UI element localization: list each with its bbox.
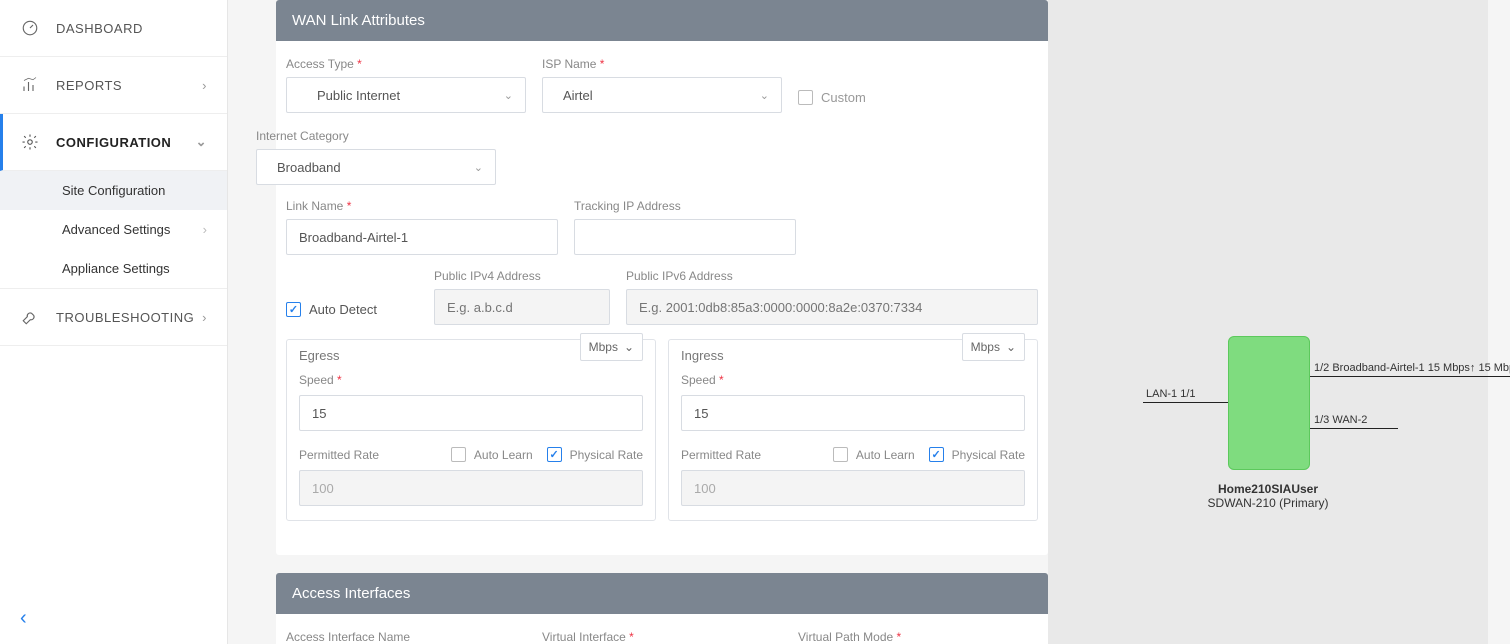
egress-autolearn-checkbox[interactable]: Auto Learn [451,447,533,462]
wan2-link [1310,428,1398,429]
egress-fieldset: Egress Speed Mbps⌄ Permitted Rate Auto L… [286,339,656,521]
chevron-down-icon: ⌄ [624,340,634,354]
chevron-down-icon: ⌄ [504,89,513,102]
ingress-physical-checkbox[interactable]: Physical Rate [929,447,1025,462]
ai-vif-label: Virtual Interface [542,630,782,644]
category-label: Internet Category [256,129,496,143]
ipv6-input [626,289,1038,325]
ai-mode-label: Virtual Path Mode [798,630,1038,644]
access-type-label: Access Type [286,57,526,71]
sub-appliance[interactable]: Appliance Settings [0,249,227,288]
wrench-icon [20,307,40,327]
chevron-down-icon: ⌄ [196,134,207,150]
ingress-autolearn-checkbox[interactable]: Auto Learn [833,447,915,462]
ipv4-label: Public IPv4 Address [434,269,610,283]
gear-icon [20,132,40,152]
sidebar-collapse[interactable]: ‹ [0,593,227,644]
wan1-label: 1/2 Broadband-Airtel-1 15 Mbps↑ 15 Mbps↓ [1314,362,1510,374]
chart-icon [20,75,40,95]
chevron-right-icon: › [202,310,207,325]
gauge-icon [20,18,40,38]
nav-label: REPORTS [56,78,122,93]
nav-troubleshooting[interactable]: TROUBLESHOOTING › [0,288,227,346]
ingress-speed-label: Speed [681,373,724,387]
sub-site-config[interactable]: Site Configuration [0,171,227,210]
ai-name-label: Access Interface Name [286,630,526,644]
egress-speed-label: Speed [299,373,342,387]
link-name-label: Link Name [286,199,558,213]
section-ai-body: Access Interface Name Virtual Interface … [276,614,1048,644]
ipv6-label: Public IPv6 Address [626,269,1038,283]
nav-configuration[interactable]: CONFIGURATION ⌄ [0,114,227,171]
chevron-right-icon: › [203,222,207,237]
chevron-down-icon: ⌄ [474,161,483,174]
category-select[interactable]: Broadband⌄ [256,149,496,185]
ingress-permitted-input [681,470,1025,506]
section-wan-body: Access Type Public Internet⌄ ISP Name Ai… [276,41,1048,555]
device-node [1228,336,1310,470]
checkbox-icon [833,447,848,462]
topology-diagram: LAN-1 1/1 1/2 Broadband-Airtel-1 15 Mbps… [1048,0,1488,644]
sidebar: DASHBOARD REPORTS › CONFIGURATION ⌄ Site… [0,0,228,644]
ingress-fieldset: Ingress Speed Mbps⌄ Permitted Rate Auto … [668,339,1038,521]
device-label: Home210SIAUserSDWAN-210 (Primary) [1048,482,1488,510]
checkbox-icon [451,447,466,462]
checkbox-icon [929,447,944,462]
nav-reports[interactable]: REPORTS › [0,57,227,114]
access-type-select[interactable]: Public Internet⌄ [286,77,526,113]
egress-permitted-label: Permitted Rate [299,448,379,462]
nav-dashboard[interactable]: DASHBOARD [0,0,227,57]
chevron-down-icon: ⌄ [760,89,769,102]
isp-select[interactable]: Airtel⌄ [542,77,782,113]
config-submenu: Site Configuration Advanced Settings› Ap… [0,171,227,288]
auto-detect-checkbox[interactable]: Auto Detect [286,302,418,317]
custom-checkbox[interactable]: Custom [798,90,866,105]
ingress-speed-input[interactable] [681,395,1025,431]
lan-link [1143,402,1228,403]
checkbox-icon [547,447,562,462]
ipv4-input [434,289,610,325]
chevron-right-icon: › [202,78,207,93]
checkbox-icon [798,90,813,105]
link-name-input[interactable] [286,219,558,255]
ingress-permitted-label: Permitted Rate [681,448,761,462]
checkbox-icon [286,302,301,317]
tracking-ip-label: Tracking IP Address [574,199,796,213]
egress-permitted-input [299,470,643,506]
egress-unit-select[interactable]: Mbps⌄ [580,333,643,361]
wan1-link [1310,376,1510,377]
lan-label: LAN-1 1/1 [1146,388,1196,400]
form-area: WAN Link Attributes Access Type Public I… [228,0,1048,644]
egress-physical-checkbox[interactable]: Physical Rate [547,447,643,462]
isp-label: ISP Name [542,57,782,71]
nav-label: CONFIGURATION [56,135,171,150]
section-ai-header: Access Interfaces [276,573,1048,614]
main: WAN Link Attributes Access Type Public I… [228,0,1510,644]
nav-label: DASHBOARD [56,21,143,36]
ingress-unit-select[interactable]: Mbps⌄ [962,333,1025,361]
section-wan-header: WAN Link Attributes [276,0,1048,41]
egress-speed-input[interactable] [299,395,643,431]
chevron-down-icon: ⌄ [1006,340,1016,354]
wan2-label: 1/3 WAN-2 [1314,414,1367,426]
tracking-ip-input[interactable] [574,219,796,255]
nav-label: TROUBLESHOOTING [56,310,194,325]
sub-advanced[interactable]: Advanced Settings› [0,210,227,249]
